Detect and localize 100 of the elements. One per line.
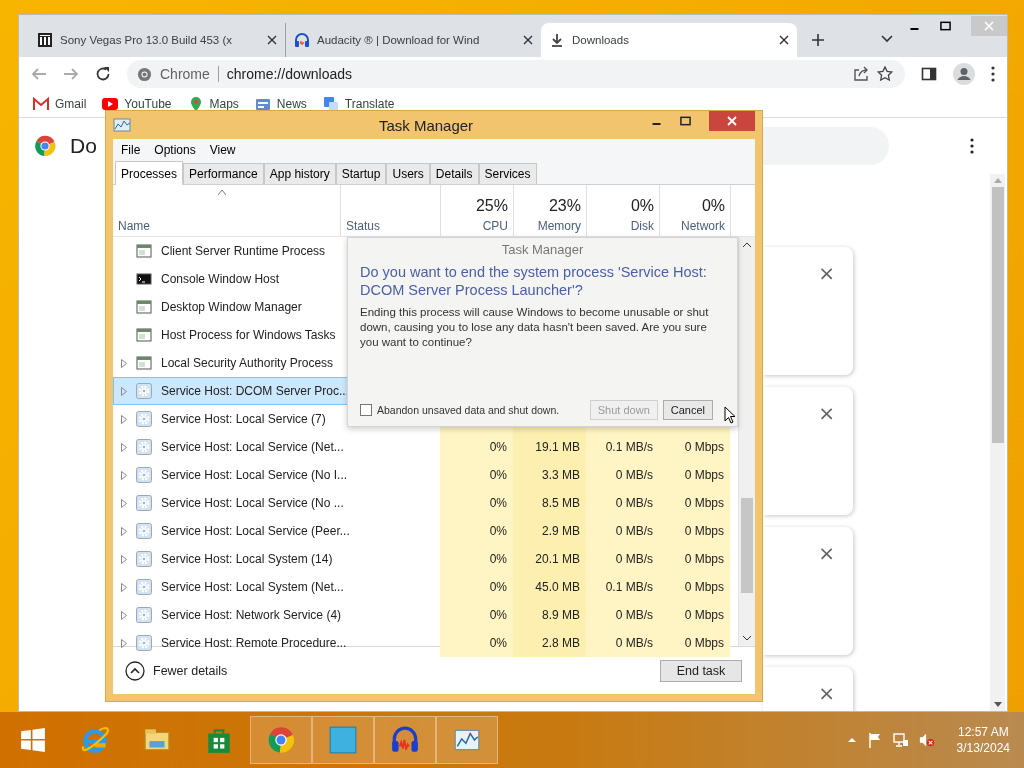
table-cell: 45.0 MB [535,580,580,594]
table-cell: 0 MB/s [615,524,653,538]
table-cell: 0 MB/s [615,636,653,650]
table-cell: 0 Mbps [684,440,724,454]
remove-button[interactable]: × [818,263,835,283]
dialog-question: Do you want to end the system process 'Service Host: DCOM Server Process Launcher'? [360,263,708,300]
table-cell: 0 Mbps [684,552,724,566]
tab[interactable]: Users [386,163,430,184]
table-cell: 2.9 MB [542,524,580,538]
tab[interactable]: Services [478,163,537,184]
table-cell: 0 Mbps [684,580,724,594]
tab[interactable]: Details [429,163,479,184]
process-row[interactable]: Service Host: Network Service (4) 0% 8.9 MB 0 MB/s 0 Mbps [113,601,738,629]
table-cell: 0 MB/s [615,608,653,622]
tab[interactable]: Startup [335,163,387,184]
process-name: Client Server Runtime Process [161,244,326,258]
table-cell: 3.3 MB [542,468,580,482]
process-row[interactable]: Service Host: Remote Procedure... 0% 2.8 MB 0 MB/s 0 Mbps [113,629,738,657]
table-cell: 0.1 MB/s [605,440,653,454]
remove-button[interactable]: × [818,543,835,563]
process-name: Service Host: Remote Procedure... [161,636,347,650]
table-cell: 2.8 MB [542,636,580,650]
checkbox-label[interactable]: Abandon unsaved data and shut down. [377,404,560,416]
bookmark-label: News [276,97,307,111]
bookmark-link[interactable]: Maps [187,96,239,112]
table-cell: 0 Mbps [684,608,724,622]
remove-button[interactable]: × [818,403,835,423]
table-cell: 0 MB/s [615,468,653,482]
process-row[interactable]: Service Host: Local System (14) 0% 20.1 MB 0 MB/s 0 Mbps [113,545,738,573]
table-cell: 0% [489,496,507,510]
tab[interactable]: Processes [115,161,184,185]
table-cell: 0% [489,468,507,482]
bookmark-label: Maps [209,97,239,111]
table-cell: 19.1 MB [535,440,580,454]
usage-percent: 25% [475,197,508,215]
remove-button[interactable]: × [818,683,835,703]
table-cell: 0 Mbps [684,468,724,482]
bookmark-label: YouTube [124,97,172,111]
table-cell: 0 Mbps [684,496,724,510]
tab[interactable]: Performance [183,163,264,184]
usage-percent: 23% [548,197,581,215]
table-cell: 0% [489,636,507,650]
process-row[interactable]: Service Host: Local Service (No ... 0% 8.5 MB 0 MB/s 0 Mbps [113,489,738,517]
column-header[interactable]: CPU [482,219,508,233]
bookmark-link[interactable]: Translate [322,96,395,112]
table-cell: 0% [489,608,507,622]
process-name: Service Host: Network Service (4) [161,608,342,622]
tab-title: Sony Vegas Pro 13.0 Build 453 (x [60,34,233,46]
bookmark-link[interactable]: Gmail [33,96,87,112]
browser-tab[interactable]: Downloads [541,23,797,57]
clock-date: 3/13/2024 [956,740,1010,757]
table-cell: 0% [489,440,507,454]
tab-title: Downloads [572,34,630,46]
process-name: Local Security Authority Process [161,356,334,370]
table-cell: 0.1 MB/s [605,580,653,594]
table-cell: 0 Mbps [684,636,724,650]
process-name: Service Host: Local Service (No I... [161,468,348,482]
bookmark-link[interactable]: News [254,96,307,112]
bookmark-link[interactable]: YouTube [102,96,172,112]
table-cell: 0% [489,524,507,538]
tab[interactable]: App history [263,163,336,184]
process-name: Service Host: Local Service (No ... [161,496,344,510]
process-name: Service Host: Local Service (7) [161,412,326,426]
process-name: Console Window Host [161,272,280,286]
process-name: Service Host: Local Service (Net... [161,440,344,454]
dialog-title: Task Manager [500,242,585,257]
column-header[interactable]: Disk [630,219,654,233]
process-name: Service Host: Local Service (Peer... [161,524,350,538]
page-title: Do [70,134,97,158]
tab-title: Audacity ® | Download for Wind [317,34,481,46]
table-cell: 8.9 MB [542,608,580,622]
process-row[interactable]: Service Host: Local System (Net... 0% 45.0 MB 0.1 MB/s 0 Mbps [113,573,738,601]
clock-time: 12:57 AM [957,723,1009,740]
dialog-button[interactable]: Cancel [662,400,713,420]
table-cell: 0% [489,580,507,594]
column-header[interactable]: Name [118,219,150,233]
usage-percent: 0% [630,197,654,215]
table-cell: 0% [489,552,507,566]
fewer-details-link[interactable]: Fewer details [125,660,228,681]
table-cell: 8.5 MB [542,496,580,510]
table-cell: 0 MB/s [615,496,653,510]
address-bar[interactable]: Chrome chrome://downloads [127,60,905,88]
column-header[interactable]: Network [681,219,725,233]
menu-item[interactable]: File [121,143,141,157]
menu-item[interactable]: Options [154,143,196,157]
table-cell: 0 MB/s [615,552,653,566]
process-name: Desktop Window Manager [161,300,302,314]
end-task-button[interactable]: End task [660,659,742,682]
process-row[interactable]: Service Host: Local Service (No I... 0% 3.3 MB 0 MB/s 0 Mbps [113,461,738,489]
process-name: Service Host: DCOM Server Proc... [161,384,350,398]
process-row[interactable]: Service Host: Local Service (Peer... 0% 2.9 MB 0 MB/s 0 Mbps [113,517,738,545]
browser-tab[interactable]: Sony Vegas Pro 13.0 Build 453 (x [29,23,285,57]
column-header[interactable]: Memory [537,219,581,233]
process-row[interactable]: Service Host: Local Service (Net... 0% 19.1 MB 0.1 MB/s 0 Mbps [113,433,738,461]
column-header[interactable]: Status [346,219,381,233]
menu-item[interactable]: View [209,143,236,157]
bookmark-label: Gmail [55,97,87,111]
bookmark-label: Translate [344,97,395,111]
site-label: Chrome [160,66,210,82]
window-title: Task Manager [377,116,475,134]
